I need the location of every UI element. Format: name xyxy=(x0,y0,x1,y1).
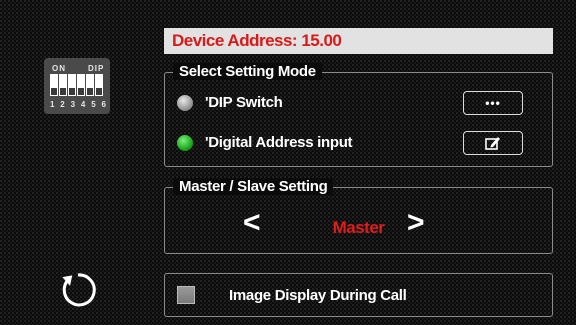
image-display-label: Image Display During Call xyxy=(229,287,407,304)
more-icon: ••• xyxy=(485,96,501,110)
dip-switch-2 xyxy=(59,74,67,96)
dip-switch-numbers: 1 2 3 4 5 6 xyxy=(50,100,106,109)
dip-number: 6 xyxy=(101,100,106,109)
image-display-checkbox[interactable] xyxy=(177,286,195,304)
dip-number: 2 xyxy=(60,100,65,109)
device-address-text: Device Address: 15.00 xyxy=(172,31,342,50)
next-chevron-icon[interactable]: > xyxy=(407,208,425,238)
dip-switch-option-label: 'DIP Switch xyxy=(205,94,283,111)
dip-switch-6 xyxy=(95,74,103,96)
edit-icon xyxy=(485,137,500,150)
dip-switch-4 xyxy=(77,74,85,96)
dip-switch-3 xyxy=(68,74,76,96)
dip-switch-graphic: ON DIP 1 2 3 4 5 6 xyxy=(44,58,110,114)
dip-label: DIP xyxy=(88,64,105,73)
master-slave-group: Master / Slave Setting < Master > xyxy=(164,178,553,254)
setting-mode-legend: Select Setting Mode xyxy=(173,63,322,80)
dip-switch-radio[interactable] xyxy=(177,95,193,111)
master-slave-legend: Master / Slave Setting xyxy=(173,178,334,195)
digital-address-radio[interactable] xyxy=(177,135,193,151)
dip-switch-more-button[interactable]: ••• xyxy=(463,91,523,115)
dip-switch-1 xyxy=(50,74,58,96)
dip-switch-5 xyxy=(86,74,94,96)
dip-number: 4 xyxy=(80,100,86,109)
image-display-row[interactable]: Image Display During Call xyxy=(164,273,553,317)
digital-address-option-label: 'Digital Address input xyxy=(205,134,353,151)
refresh-back-icon[interactable] xyxy=(58,270,98,310)
dip-on-label: ON xyxy=(52,64,66,73)
dip-number: 3 xyxy=(70,100,76,109)
digital-address-edit-button[interactable] xyxy=(463,131,523,155)
setting-mode-group: Select Setting Mode 'DIP Switch ••• 'Dig… xyxy=(164,63,553,167)
dip-number: 5 xyxy=(91,100,96,109)
master-slave-value: Master xyxy=(332,218,385,237)
device-address-bar: Device Address: 15.00 xyxy=(164,28,553,54)
dip-number: 1 xyxy=(50,100,55,109)
